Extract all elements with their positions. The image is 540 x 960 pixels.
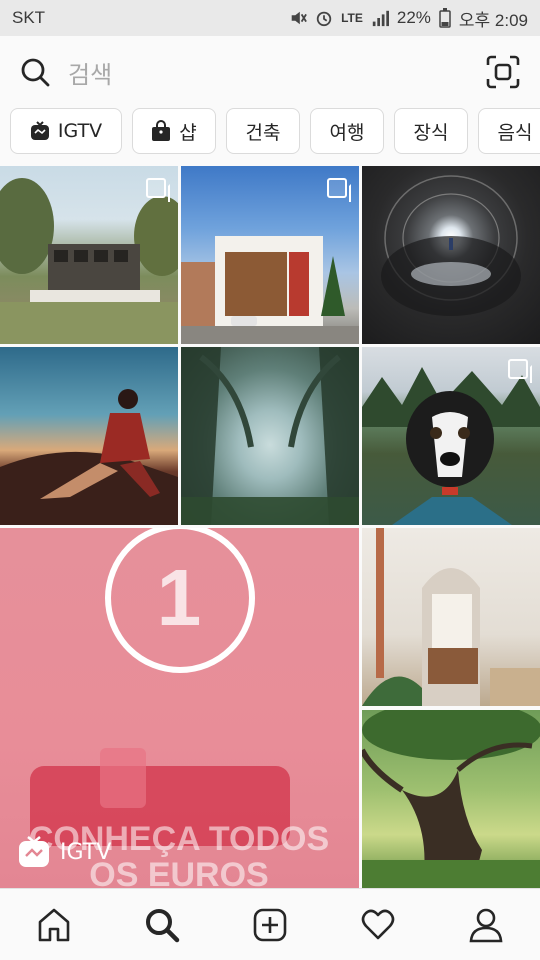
igtv-icon [30,121,49,140]
bottom-nav [0,888,540,960]
post-cafe-interior[interactable] [362,528,540,706]
post-igtv-featured[interactable]: 1 CONHEÇA TODOS OS EUROS IGTV [0,528,359,888]
post-woman-sunset[interactable] [0,347,178,525]
igtv-icon [19,836,49,867]
mute-icon [291,11,307,25]
chip-travel[interactable]: 여행 [310,108,384,154]
battery-percent: 22% [396,8,431,27]
post-cafe-interior-image [362,528,540,706]
nav-activity[interactable] [358,905,398,945]
nav-search[interactable] [142,905,182,945]
add-icon [253,908,287,941]
shopping-bag-icon [152,120,171,141]
chip-decor[interactable]: 장식 [394,108,468,154]
search-bar[interactable]: 검색 [0,36,540,108]
nav-home[interactable] [34,905,74,945]
clock: 오후 2:09 [458,10,528,30]
multiple-posts-icon [146,178,170,202]
post-modern-house[interactable] [0,166,178,344]
chip-igtv[interactable]: IGTV [10,108,122,154]
multiple-posts-icon [327,178,351,202]
profile-icon [469,908,503,942]
post-tunnel-image [381,175,521,316]
post-tree-meadow-image [362,710,540,888]
post-tunnel[interactable] [362,166,540,344]
signal-icon [372,10,389,27]
scan-icon[interactable] [486,55,520,89]
post-tree-meadow[interactable] [362,710,540,888]
multiple-posts-icon [508,359,532,383]
search-input[interactable]: 검색 [68,55,112,90]
explore-grid: 1 CONHEÇA TODOS OS EUROS IGTV [0,166,540,888]
heart-icon [361,909,395,939]
post-foggy-forest[interactable] [181,347,359,525]
chip-food[interactable]: 음식 [478,108,540,154]
carrier-label: SKT [12,8,46,27]
search-icon [21,58,50,87]
status-bar: SKT LTE 22% 오후 2:09 [0,0,540,36]
post-woman-sunset-image [0,389,178,525]
status-indicators: LTE 22% 오후 2:09 [289,6,528,31]
post-dog-kayak[interactable] [362,347,540,525]
nav-add-post[interactable] [250,905,290,945]
post-brick-house[interactable] [181,166,359,344]
post-foggy-forest-image [181,347,359,525]
category-chips: IGTV 샵 건축 여행 장식 음식 [10,108,540,156]
featured-number-overlay: 1 [156,553,202,642]
nav-profile[interactable] [466,905,506,945]
battery-icon [439,8,451,28]
alarm-icon [316,11,332,27]
home-icon [38,908,70,941]
network-type: LTE [341,11,363,25]
igtv-badge: IGTV [18,836,111,868]
search-icon [146,908,180,942]
chip-architecture[interactable]: 건축 [226,108,300,154]
chip-shop[interactable]: 샵 [132,108,216,154]
